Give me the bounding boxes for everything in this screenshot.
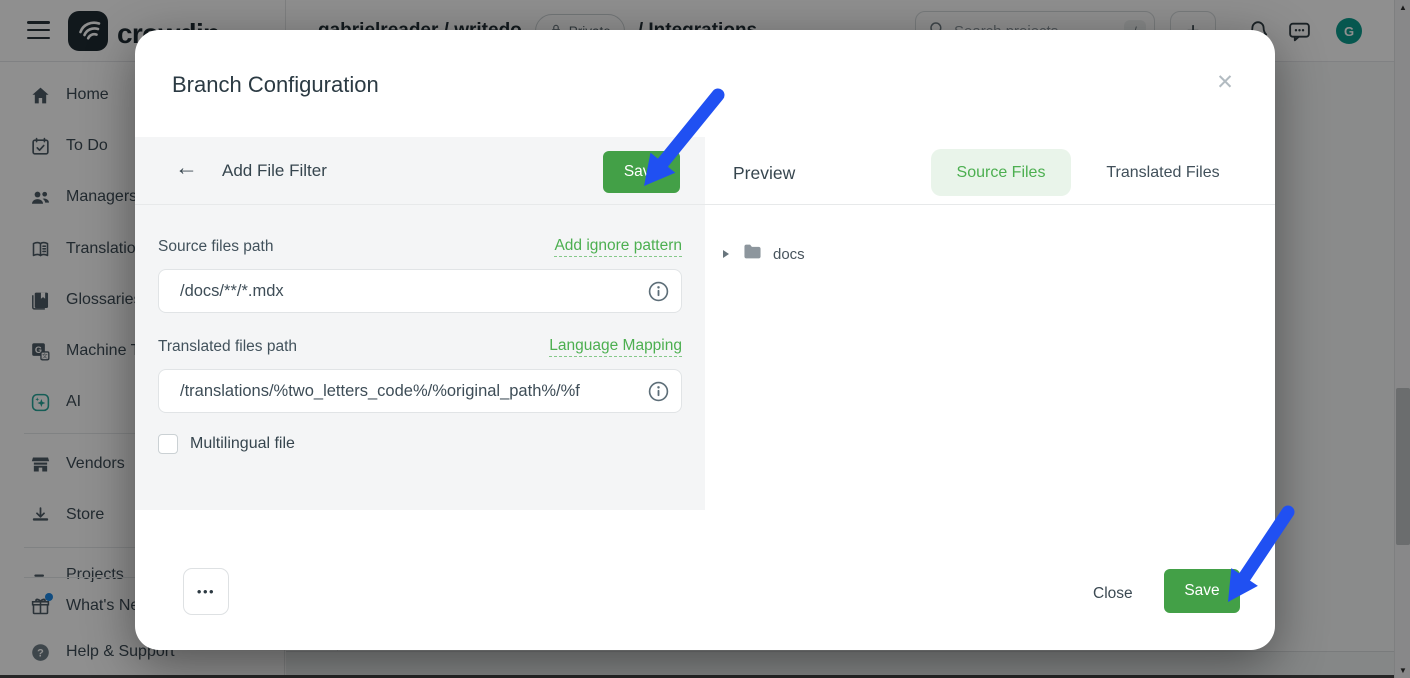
close-icon[interactable]: ✕ (1211, 68, 1239, 96)
modal-save-button[interactable]: Save (1164, 569, 1240, 613)
panel-header-divider (135, 204, 1275, 205)
more-options-button[interactable]: ••• (183, 568, 229, 615)
tab-source-files[interactable]: Source Files (931, 149, 1071, 196)
folder-icon (742, 241, 763, 267)
filter-panel-heading: Add File Filter (222, 161, 327, 181)
add-ignore-pattern-link[interactable]: Add ignore pattern (554, 237, 682, 257)
multilingual-label[interactable]: Multilingual file (190, 435, 295, 453)
back-arrow-icon[interactable]: ← (175, 156, 198, 179)
tab-translated-files[interactable]: Translated Files (1085, 149, 1241, 196)
modal-close-button[interactable]: Close (1079, 578, 1147, 610)
modal-title: Branch Configuration (172, 72, 379, 98)
screen: crowdin gabrielreader / writedo Private … (0, 0, 1410, 678)
translated-path-input[interactable] (158, 369, 682, 413)
source-path-label: Source files path (158, 238, 273, 256)
language-mapping-link[interactable]: Language Mapping (549, 337, 682, 357)
translated-path-label: Translated files path (158, 338, 297, 356)
preview-heading: Preview (733, 163, 795, 184)
source-path-input[interactable] (158, 269, 682, 313)
info-icon[interactable] (647, 380, 670, 403)
tree-item-docs[interactable]: docs (720, 234, 805, 274)
info-icon[interactable] (647, 280, 670, 303)
multilingual-checkbox[interactable] (158, 434, 178, 454)
save-filter-button[interactable]: Save (603, 151, 680, 193)
branch-configuration-modal: Branch Configuration ✕ ← Add File Filter… (135, 30, 1275, 650)
chevron-right-icon[interactable] (723, 250, 729, 258)
tree-item-label: docs (773, 246, 805, 263)
